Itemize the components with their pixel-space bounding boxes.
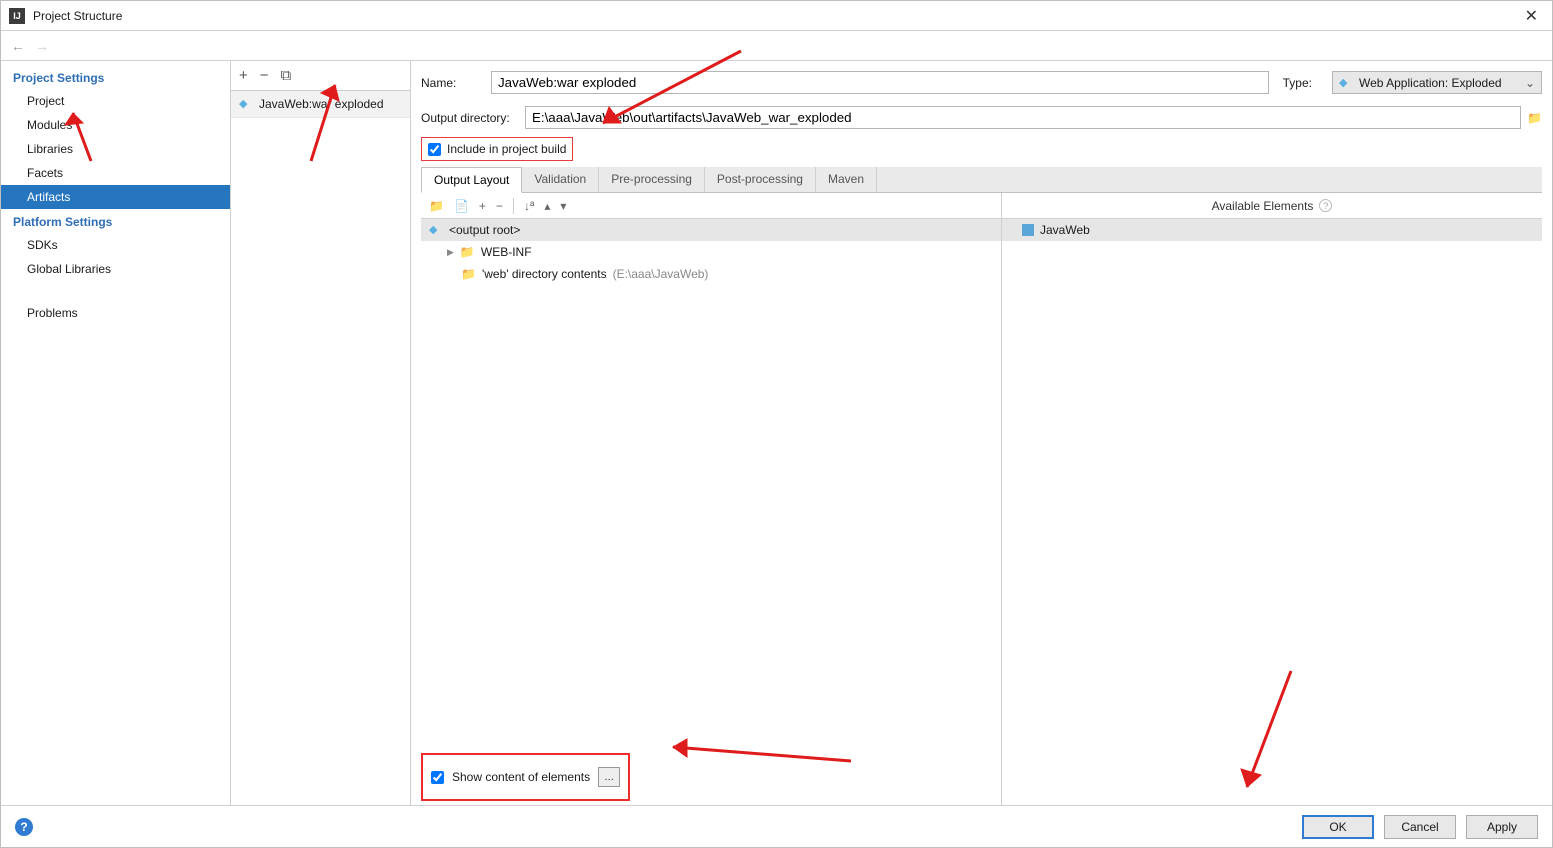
sidebar-item-facets[interactable]: Facets <box>1 161 230 185</box>
titlebar: IJ Project Structure ✕ <box>1 1 1552 31</box>
available-header: Available Elements ? <box>1002 193 1542 219</box>
tab-validation[interactable]: Validation <box>522 167 599 192</box>
type-label: Type: <box>1283 76 1322 90</box>
forward-icon[interactable]: → <box>35 38 49 54</box>
collapse-icon[interactable]: ▾ <box>560 199 566 213</box>
layout-split: 📁 📄 + − ↓ª ▴ ▾ <output root> ▶ 📁 WEB-IN <box>421 193 1542 805</box>
nav-row: ← → <box>1 31 1552 61</box>
type-value: Web Application: Exploded <box>1359 76 1502 90</box>
cancel-button[interactable]: Cancel <box>1384 815 1456 839</box>
tab-postprocessing[interactable]: Post-processing <box>705 167 816 192</box>
show-content-config-button[interactable]: … <box>598 767 620 787</box>
type-artifact-icon <box>1339 76 1353 90</box>
close-icon[interactable]: ✕ <box>1519 6 1544 26</box>
remove-icon[interactable]: − <box>260 67 269 84</box>
sidebar: Project Settings Project Modules Librari… <box>1 61 231 805</box>
detail-tabs: Output Layout Validation Pre-processing … <box>421 167 1542 193</box>
outdir-label: Output directory: <box>421 111 525 125</box>
tab-preprocessing[interactable]: Pre-processing <box>599 167 705 192</box>
intellij-icon: IJ <box>9 8 25 24</box>
tree-webdir-label: 'web' directory contents <box>482 267 607 281</box>
sidebar-item-global-libraries[interactable]: Global Libraries <box>1 257 230 281</box>
outdir-input[interactable] <box>525 106 1521 129</box>
artifact-detail: Name: Type: Web Application: Exploded ⌄ … <box>411 61 1552 805</box>
chevron-down-icon: ⌄ <box>1525 76 1535 90</box>
name-label: Name: <box>421 76 491 90</box>
show-content-checkbox[interactable] <box>431 771 444 784</box>
include-build-row: Include in project build <box>421 137 573 161</box>
separator <box>513 198 514 214</box>
back-icon[interactable]: ← <box>11 38 25 54</box>
remove-copy-icon[interactable]: − <box>496 199 503 213</box>
help-hint-icon[interactable]: ? <box>1319 199 1332 212</box>
available-module-row[interactable]: JavaWeb <box>1002 219 1542 241</box>
dialog-buttons: ? OK Cancel Apply <box>1 805 1552 847</box>
expand-icon[interactable]: ▴ <box>544 199 550 213</box>
tree-root-row[interactable]: <output root> <box>421 219 1001 241</box>
tree-webdir-path: (E:\aaa\JavaWeb) <box>613 267 709 281</box>
include-build-label: Include in project build <box>447 142 566 156</box>
artifact-list-column: + − ⧉ JavaWeb:war exploded <box>231 61 411 805</box>
copy-icon[interactable]: ⧉ <box>281 67 292 84</box>
main-area: Project Settings Project Modules Librari… <box>1 61 1552 805</box>
tab-maven[interactable]: Maven <box>816 167 877 192</box>
tree-root-label: <output root> <box>449 223 520 237</box>
help-icon[interactable]: ? <box>15 818 33 836</box>
tree-row-webdir[interactable]: 📁 'web' directory contents (E:\aaa\JavaW… <box>421 263 1001 285</box>
sort-icon[interactable]: ↓ª <box>524 199 534 213</box>
tree-empty-area <box>421 285 1001 745</box>
window-title: Project Structure <box>33 9 1519 23</box>
artifact-icon <box>239 97 253 111</box>
available-module-label: JavaWeb <box>1040 223 1090 237</box>
artifact-item-label: JavaWeb:war exploded <box>259 97 384 111</box>
include-build-checkbox[interactable] <box>428 143 441 156</box>
tree-webinf-label: WEB-INF <box>481 245 532 259</box>
type-select[interactable]: Web Application: Exploded ⌄ <box>1332 71 1542 94</box>
apply-button[interactable]: Apply <box>1466 815 1538 839</box>
name-row: Name: Type: Web Application: Exploded ⌄ <box>421 71 1542 94</box>
folder-icon: 📁 <box>461 267 476 281</box>
ok-button[interactable]: OK <box>1302 815 1374 839</box>
outdir-row: Output directory: 📁 <box>421 106 1542 129</box>
sidebar-section-platform: Platform Settings <box>1 209 230 233</box>
show-content-label: Show content of elements <box>452 770 590 784</box>
new-folder-icon[interactable]: 📁 <box>429 199 444 213</box>
add-copy-icon[interactable]: + <box>479 199 486 213</box>
sidebar-item-sdks[interactable]: SDKs <box>1 233 230 257</box>
layout-tree-panel: 📁 📄 + − ↓ª ▴ ▾ <output root> ▶ 📁 WEB-IN <box>421 193 1002 805</box>
root-icon <box>429 223 443 237</box>
available-header-label: Available Elements <box>1212 199 1314 213</box>
tree-row-webinf[interactable]: ▶ 📁 WEB-INF <box>421 241 1001 263</box>
artifact-toolbar: + − ⧉ <box>231 61 410 91</box>
sidebar-section-project: Project Settings <box>1 65 230 89</box>
module-icon <box>1022 224 1034 236</box>
chevron-right-icon: ▶ <box>447 247 454 258</box>
layout-toolbar: 📁 📄 + − ↓ª ▴ ▾ <box>421 193 1001 219</box>
available-elements-panel: Available Elements ? JavaWeb <box>1002 193 1542 805</box>
folder-browse-icon[interactable]: 📁 <box>1527 111 1542 125</box>
show-content-row: Show content of elements … <box>421 753 630 801</box>
add-icon[interactable]: + <box>239 67 248 84</box>
artifact-item[interactable]: JavaWeb:war exploded <box>231 91 410 118</box>
new-file-icon[interactable]: 📄 <box>454 199 469 213</box>
sidebar-item-libraries[interactable]: Libraries <box>1 137 230 161</box>
sidebar-item-artifacts[interactable]: Artifacts <box>1 185 230 209</box>
sidebar-item-problems[interactable]: Problems <box>1 301 230 325</box>
tab-output-layout[interactable]: Output Layout <box>421 167 522 193</box>
folder-icon: 📁 <box>460 245 475 259</box>
sidebar-item-modules[interactable]: Modules <box>1 113 230 137</box>
name-input[interactable] <box>491 71 1269 94</box>
sidebar-item-project[interactable]: Project <box>1 89 230 113</box>
